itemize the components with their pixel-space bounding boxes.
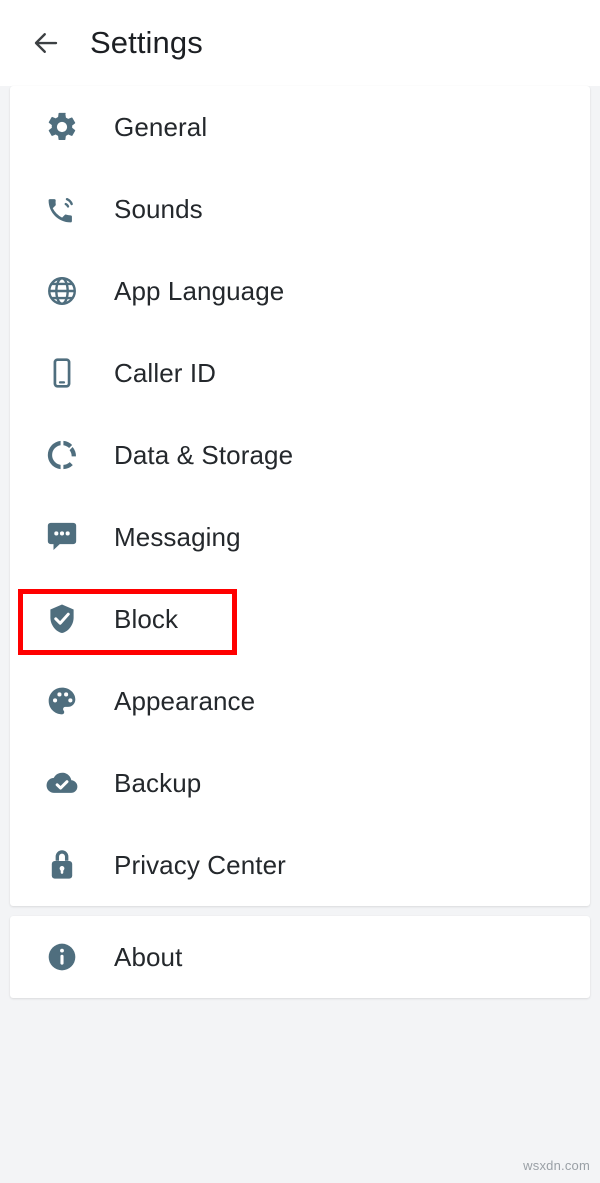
cloud-check-icon	[10, 766, 114, 800]
settings-row-backup[interactable]: Backup	[10, 742, 590, 824]
settings-group-primary: General Sounds App Language Caller ID Da…	[10, 86, 590, 906]
settings-row-general[interactable]: General	[10, 86, 590, 168]
settings-row-app-language[interactable]: App Language	[10, 250, 590, 332]
settings-row-data-storage[interactable]: Data & Storage	[10, 414, 590, 496]
settings-group-secondary: About	[10, 916, 590, 998]
smartphone-icon	[10, 356, 114, 390]
settings-row-caller-id[interactable]: Caller ID	[10, 332, 590, 414]
page-title: Settings	[90, 25, 203, 60]
info-circle-icon	[10, 940, 114, 974]
globe-icon	[10, 274, 114, 308]
settings-row-label: General	[114, 111, 208, 142]
watermark: wsxdn.com	[523, 1158, 590, 1173]
settings-row-label: About	[114, 941, 183, 972]
settings-row-privacy-center[interactable]: Privacy Center	[10, 824, 590, 906]
gear-icon	[10, 110, 114, 144]
settings-row-label: Appearance	[114, 685, 256, 716]
settings-row-label: Privacy Center	[114, 849, 286, 880]
lock-icon	[10, 848, 114, 882]
phone-in-talk-icon	[10, 192, 114, 226]
arrow-left-icon	[31, 28, 61, 58]
settings-row-label: Data & Storage	[114, 439, 294, 470]
settings-row-label: Backup	[114, 767, 202, 798]
settings-row-label: Sounds	[114, 193, 203, 224]
settings-row-label: App Language	[114, 275, 285, 306]
palette-icon	[10, 684, 114, 718]
settings-row-messaging[interactable]: Messaging	[10, 496, 590, 578]
settings-row-label: Block	[114, 603, 179, 634]
app-bar: Settings	[0, 0, 600, 86]
settings-row-block[interactable]: Block	[10, 578, 590, 660]
chat-bubble-icon	[10, 520, 114, 554]
data-usage-circle-icon	[10, 438, 114, 472]
shield-check-icon	[10, 602, 114, 636]
back-button[interactable]	[24, 21, 68, 65]
settings-row-appearance[interactable]: Appearance	[10, 660, 590, 742]
settings-row-label: Caller ID	[114, 357, 217, 388]
settings-row-label: Messaging	[114, 521, 241, 552]
settings-row-about[interactable]: About	[10, 916, 590, 998]
settings-row-sounds[interactable]: Sounds	[10, 168, 590, 250]
